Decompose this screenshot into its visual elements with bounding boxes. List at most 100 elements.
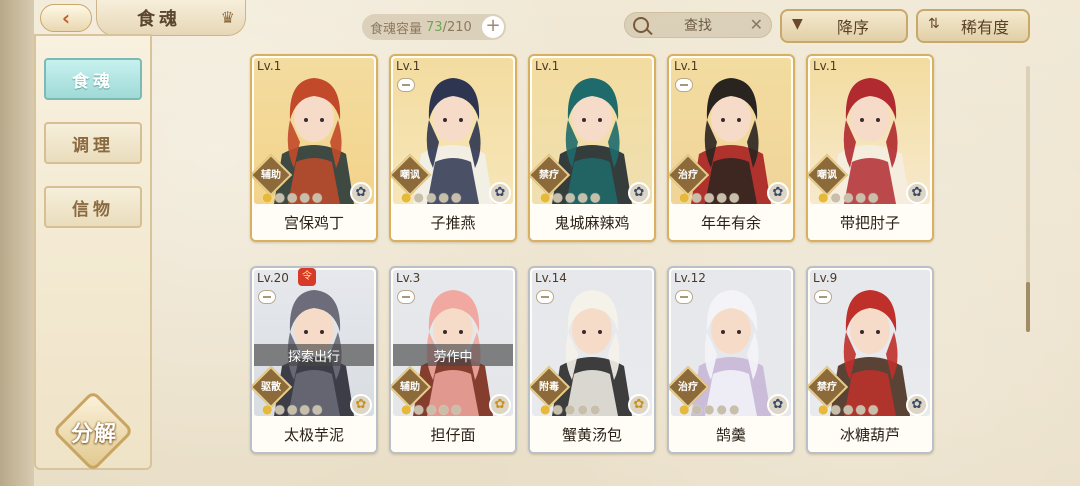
status-overlay: 探索出行 (254, 344, 374, 366)
food-soul-card[interactable]: Lv.1 嘲讽 ● ● ● ● ● ✿ 子推燕 (389, 54, 517, 242)
food-soul-name: 蟹黄汤包 (530, 416, 654, 452)
food-soul-card[interactable]: Lv.1 治疗 ● ● ● ● ● ✿ 年年有余 (667, 54, 795, 242)
star-rating: ● ● ● ● ● (818, 190, 878, 204)
food-soul-card[interactable]: Lv.1 辅助 ● ● ● ● ● ✿ 宫保鸡丁 (250, 54, 378, 242)
decompose-label: 分解 (70, 422, 117, 447)
capacity-label: 食魂容量 (370, 21, 423, 37)
gold-flower-icon: ✿ (489, 394, 511, 416)
level-label: Lv.3 (396, 271, 421, 285)
top-bar: ‹ 食魂 ♛ 食魂容量 73 /210 + 查找 ✕ ▼ 降序 ⇅ 稀有度 (0, 0, 1080, 50)
star-icon: ● (450, 402, 462, 416)
level-label: Lv.9 (813, 271, 838, 285)
food-soul-name: 鹄羹 (669, 416, 793, 452)
food-soul-card[interactable]: Lv.9 禁疗 ● ● ● ● ● ✿ 冰糖葫芦 (806, 266, 934, 454)
food-soul-card[interactable]: Lv.1 嘲讽 ● ● ● ● ● ✿ 带把肘子 (806, 54, 934, 242)
lock-toggle-icon[interactable] (675, 290, 693, 304)
food-soul-card[interactable]: Lv.1 禁疗 ● ● ● ● ● ✿ 鬼城麻辣鸡 (528, 54, 656, 242)
scrollbar-thumb[interactable] (1026, 282, 1030, 332)
star-icon: ● (679, 402, 690, 416)
food-soul-grid: Lv.1 辅助 ● ● ● ● ● ✿ 宫保鸡丁 Lv.1 嘲讽 ● ● ● ●… (250, 54, 940, 454)
status-overlay: 劳作中 (393, 344, 513, 366)
food-soul-name: 年年有余 (669, 204, 793, 240)
food-soul-name: 冰糖葫芦 (808, 416, 932, 452)
food-soul-card[interactable]: Lv.3 劳作中 辅助 ● ● ● ● ● ✿ 担仔面 (389, 266, 517, 454)
star-rating: ● ● ● ● ● (679, 190, 739, 204)
star-icon: ● (589, 402, 601, 416)
decompose-button[interactable]: 分解 (51, 389, 135, 473)
role-label: 辅助 (261, 170, 281, 181)
flower-icon: ✿ (489, 182, 511, 204)
lock-toggle-icon[interactable] (536, 290, 554, 304)
food-soul-card[interactable]: Lv.12 治疗 ● ● ● ● ● ✿ 鹄羹 (667, 266, 795, 454)
star-icon: ● (589, 190, 601, 204)
star-icon: ● (716, 190, 727, 204)
sort-order-label: 降序 (836, 18, 869, 37)
star-icon: ● (867, 402, 879, 416)
flower-icon: ✿ (906, 394, 928, 416)
role-label: 嘲讽 (817, 170, 837, 181)
flower-icon: ✿ (767, 182, 789, 204)
search-placeholder: 查找 (684, 18, 712, 34)
star-icon: ● (425, 402, 437, 416)
food-soul-card[interactable]: Lv.14 附毒 ● ● ● ● ● ✿ 蟹黄汤包 (528, 266, 656, 454)
star-icon: ● (540, 190, 551, 204)
lock-toggle-icon[interactable] (397, 290, 415, 304)
star-icon: ● (577, 402, 588, 416)
flower-icon: ✿ (350, 182, 372, 204)
star-icon: ● (274, 190, 285, 204)
level-label: Lv.14 (535, 271, 567, 285)
level-label: Lv.1 (535, 59, 560, 73)
crown-icon[interactable]: ♛ (221, 8, 235, 27)
lock-toggle-icon[interactable] (814, 290, 832, 304)
tab-label: 调理 (72, 135, 114, 156)
clear-icon[interactable]: ✕ (750, 15, 763, 34)
lock-toggle-icon[interactable] (258, 290, 276, 304)
star-rating: ● ● ● ● ● (401, 190, 461, 204)
flower-icon: ✿ (906, 182, 928, 204)
star-rating: ● ● ● ● ● (262, 190, 322, 204)
level-label: Lv.1 (396, 59, 421, 73)
sort-icon: ⇅ (928, 16, 940, 32)
star-icon: ● (564, 190, 576, 204)
star-rating: ● ● ● ● ● (540, 402, 600, 416)
star-icon: ● (679, 190, 690, 204)
food-soul-card[interactable]: Lv.20 令 探索出行 驱散 ● ● ● ● ● ✿ 太极芋泥 (250, 266, 378, 454)
event-badge: 令 (298, 268, 316, 286)
tab-tokens[interactable]: 信物 (44, 186, 142, 228)
tab-food-souls[interactable]: 食魂 (44, 58, 142, 100)
star-icon: ● (716, 402, 727, 416)
sort-field-button[interactable]: ⇅ 稀有度 (916, 9, 1030, 43)
star-rating: ● ● ● ● ● (818, 402, 878, 416)
back-button[interactable]: ‹ (40, 4, 92, 32)
star-icon: ● (867, 190, 879, 204)
search-input[interactable]: 查找 ✕ (624, 12, 772, 38)
tab-conditioning[interactable]: 调理 (44, 122, 142, 164)
level-label: Lv.20 (257, 271, 289, 285)
star-rating: ● ● ● ● ● (262, 402, 322, 416)
lock-toggle-icon[interactable] (675, 78, 693, 92)
star-rating: ● ● ● ● ● (540, 190, 600, 204)
capacity-display: 食魂容量 73 /210 + (362, 14, 506, 40)
role-label: 治疗 (678, 382, 698, 393)
star-icon: ● (262, 402, 273, 416)
star-icon: ● (311, 402, 323, 416)
star-icon: ● (855, 402, 866, 416)
tab-label: 食魂 (72, 71, 114, 92)
star-icon: ● (299, 190, 310, 204)
lock-toggle-icon[interactable] (397, 78, 415, 92)
star-icon: ● (691, 190, 702, 204)
star-rating: ● ● ● ● ● (401, 402, 461, 416)
star-icon: ● (728, 402, 740, 416)
star-icon: ● (425, 190, 437, 204)
gold-flower-icon: ✿ (350, 394, 372, 416)
food-soul-name: 宫保鸡丁 (252, 204, 376, 240)
star-icon: ● (413, 402, 424, 416)
side-navigation: 食魂 调理 信物 分解 (34, 34, 152, 473)
level-label: Lv.12 (674, 271, 706, 285)
capacity-current: 73 (426, 19, 443, 35)
star-icon: ● (691, 402, 702, 416)
star-icon: ● (552, 190, 563, 204)
capacity-add-button[interactable]: + (482, 16, 504, 38)
left-edge-decoration (0, 0, 34, 486)
sort-order-button[interactable]: ▼ 降序 (780, 9, 908, 43)
